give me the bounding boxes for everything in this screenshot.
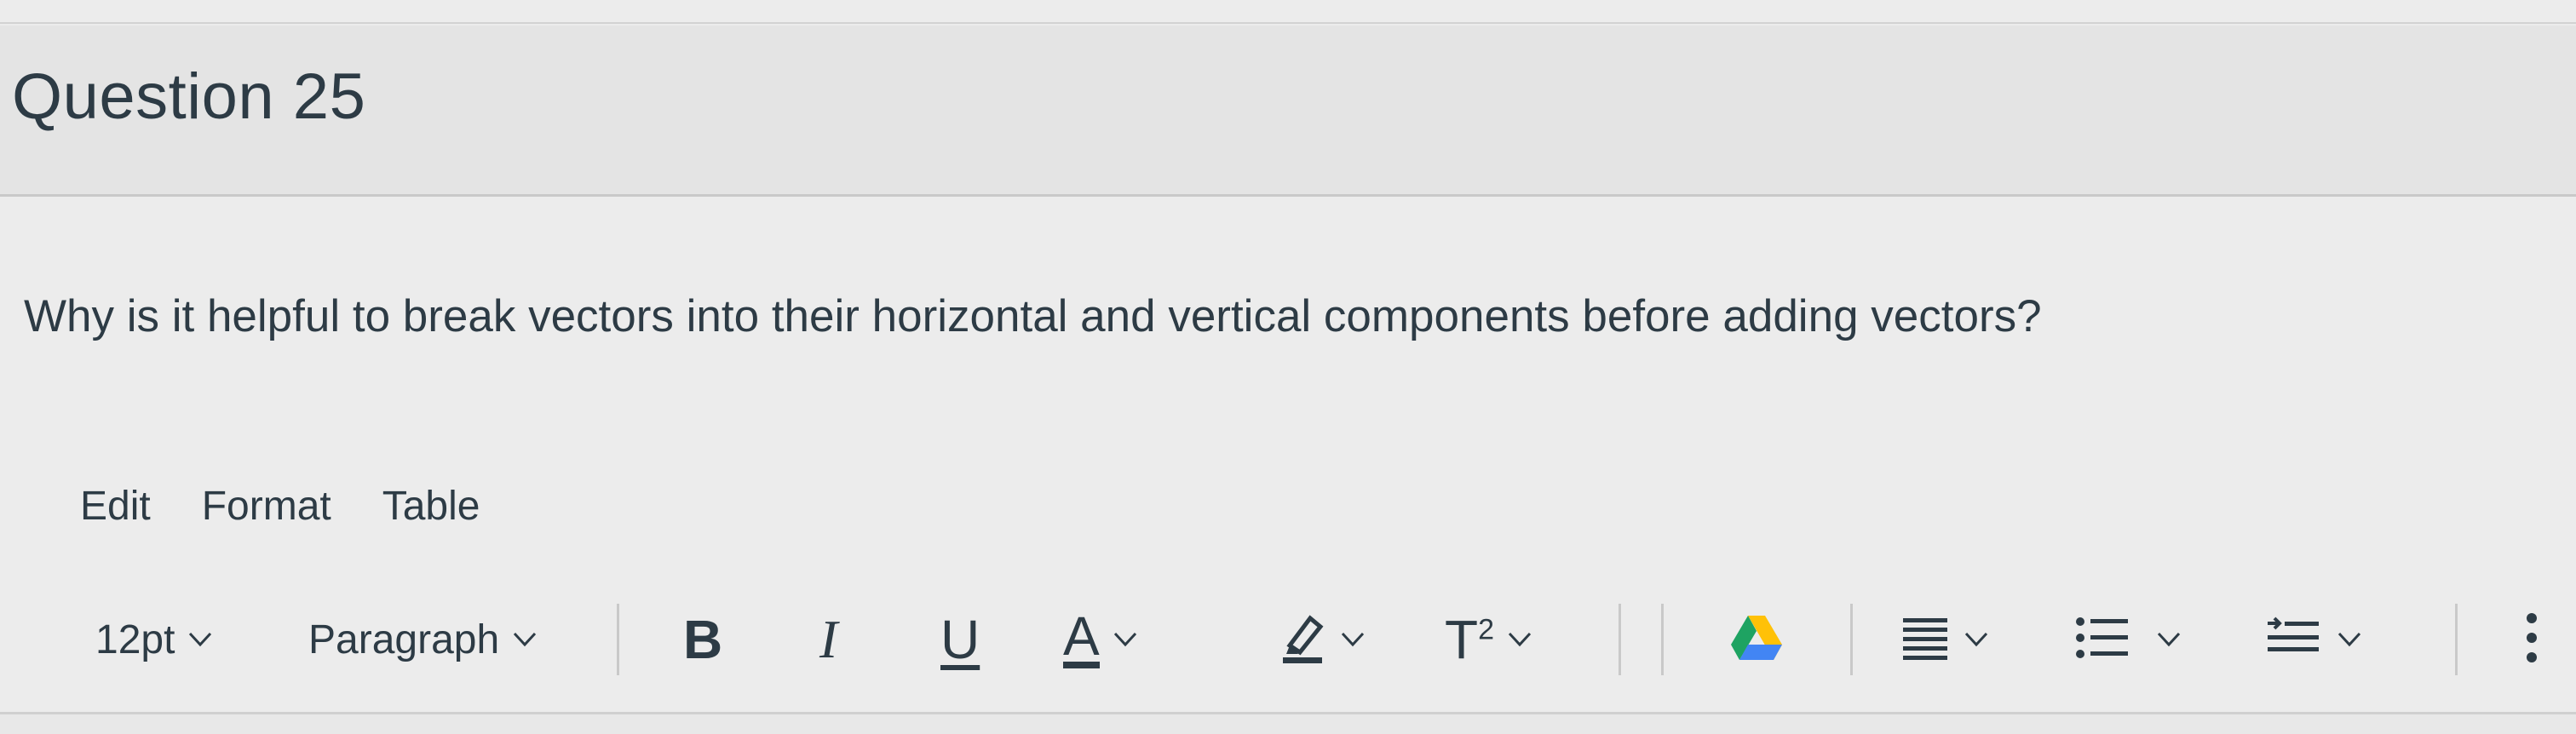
chevron-down-icon [2337, 632, 2361, 647]
text-color-icon: A [1063, 605, 1100, 668]
block-format-value: Paragraph [308, 616, 500, 662]
top-divider [0, 22, 2576, 24]
editor-toolbar: 12pt Paragraph B I U A T2 [95, 597, 2566, 682]
editor-content-edge[interactable] [0, 712, 2576, 734]
menu-edit[interactable]: Edit [80, 483, 151, 530]
toolbar-separator [1619, 604, 1621, 675]
more-options-button[interactable] [2525, 597, 2539, 682]
block-format-dropdown[interactable]: Paragraph [308, 597, 537, 682]
editor-menubar: Edit Format Table [80, 483, 480, 530]
italic-icon: I [819, 609, 838, 669]
google-drive-icon [1729, 614, 1784, 666]
italic-button[interactable]: I [819, 597, 837, 682]
chevron-down-icon [1508, 632, 1532, 647]
bullet-list-dropdown[interactable] [2075, 597, 2181, 682]
text-color-button[interactable]: A [1063, 597, 1137, 682]
highlight-color-button[interactable] [1278, 597, 1365, 682]
more-options-icon [2525, 611, 2539, 668]
chevron-down-icon [2157, 632, 2181, 647]
question-body: Why is it helpful to break vectors into … [0, 197, 2576, 731]
toolbar-separator [1850, 604, 1853, 675]
bold-button[interactable]: B [683, 597, 722, 682]
question-header: Question 25 [0, 26, 2576, 197]
indent-icon [2266, 615, 2320, 665]
toolbar-separator [1661, 604, 1664, 675]
chevron-down-icon [1341, 632, 1365, 647]
indent-dropdown[interactable] [2266, 597, 2361, 682]
toolbar-separator [617, 604, 619, 675]
question-text: Why is it helpful to break vectors into … [24, 291, 2042, 341]
superscript-icon: T2 [1445, 609, 1495, 670]
chevron-down-icon [188, 632, 212, 647]
google-drive-button[interactable] [1729, 597, 1784, 682]
chevron-down-icon [1964, 632, 1988, 647]
underline-button[interactable]: U [940, 597, 980, 682]
toolbar-separator [2455, 604, 2458, 675]
bullet-list-icon [2075, 615, 2130, 665]
question-title: Question 25 [12, 60, 366, 133]
chevron-down-icon [513, 632, 537, 647]
highlighter-icon [1278, 611, 1327, 668]
font-size-value: 12pt [95, 616, 175, 662]
align-dropdown[interactable] [1900, 597, 1988, 682]
font-size-dropdown[interactable]: 12pt [95, 597, 212, 682]
menu-format[interactable]: Format [202, 483, 331, 530]
superscript-button[interactable]: T2 [1445, 597, 1532, 682]
menu-table[interactable]: Table [382, 483, 480, 530]
chevron-down-icon [1113, 632, 1137, 647]
underline-icon: U [940, 609, 980, 670]
bold-icon: B [683, 609, 723, 670]
align-icon [1900, 615, 1951, 665]
